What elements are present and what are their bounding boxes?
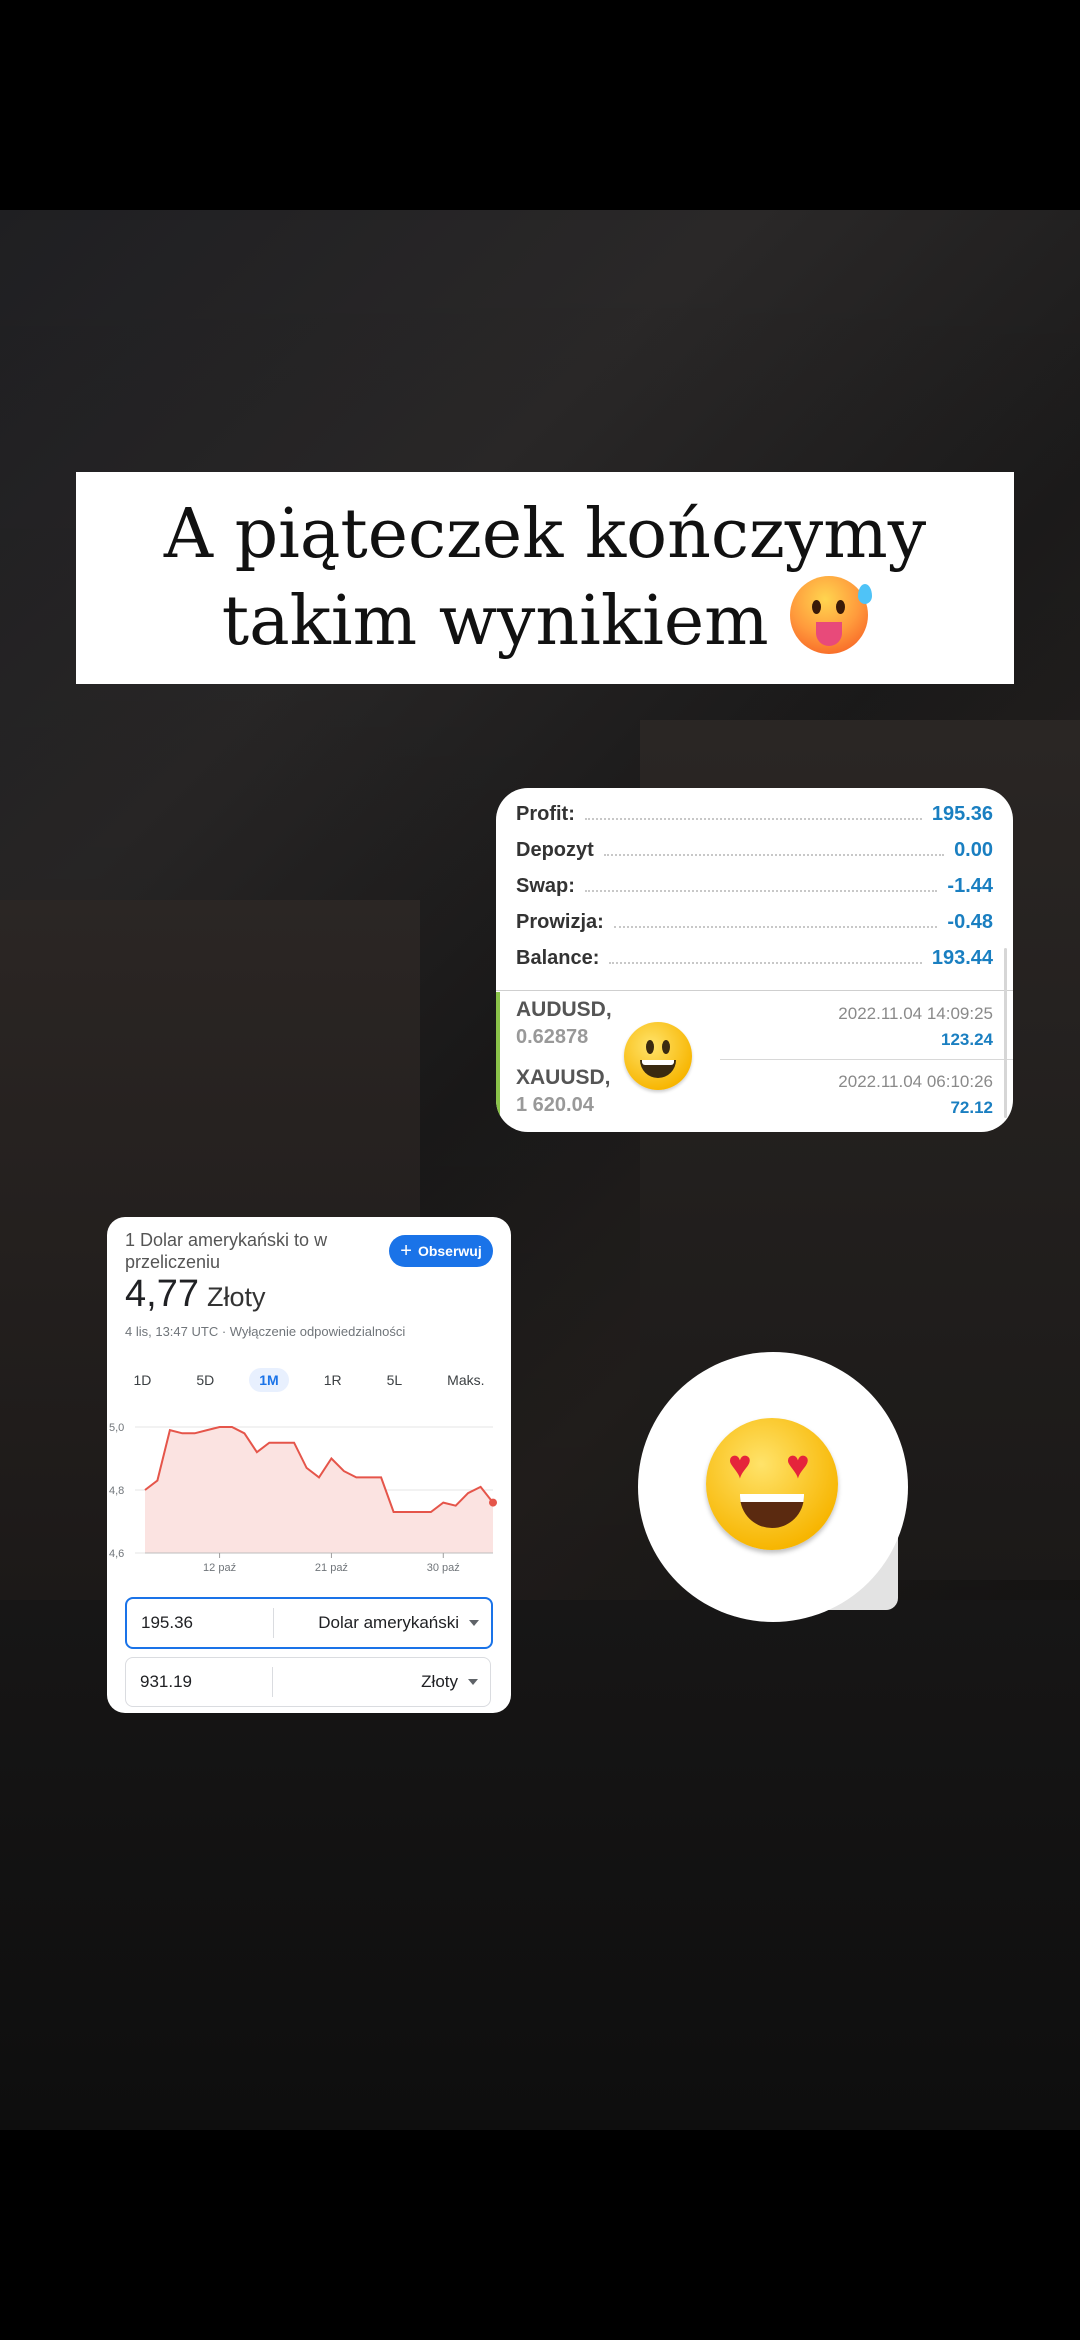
position-price: 0.62878 [516,1026,589,1048]
amount-to-value[interactable]: 931.19 [126,1672,272,1692]
position-symbol: XAUUSD, [516,1066,611,1089]
dotted-leader [584,808,922,820]
row-value: 193.44 [931,946,993,969]
tab-1d[interactable]: 1D [123,1368,161,1392]
position-profit: 72.12 [950,1098,993,1117]
tab-1r[interactable]: 1R [314,1368,352,1392]
tab-5d[interactable]: 5D [186,1368,224,1392]
y-tick-label: 5,0 [109,1422,124,1434]
position-profit: 123.24 [941,1030,993,1049]
chart-current-point [489,1498,497,1507]
tab-5l[interactable]: 5L [377,1368,413,1392]
row-value: 0.00 [954,838,993,861]
amount-to-field[interactable]: 931.19 Złoty [125,1657,491,1707]
x-tick-label: 12 paź [203,1562,236,1574]
converter-subtitle: 1 Dolar amerykański to w przeliczeniu [125,1230,328,1272]
row-value: -0.48 [947,910,993,933]
position-price: 1 620.04 [516,1094,594,1116]
tab-1m[interactable]: 1M [249,1368,289,1392]
row-value: 195.36 [931,802,993,825]
x-tick-label: 30 paź [427,1562,460,1574]
grinning-face-emoji-icon [624,1022,692,1090]
dropdown-arrow-icon[interactable] [469,1620,479,1626]
follow-button[interactable]: + Obserwuj [389,1235,493,1267]
range-tabs: 1D 5D 1M 1R 5L Maks. [111,1365,507,1395]
dotted-leader [613,916,938,928]
summary-row-deposit: Depozyt 0.00 [516,832,993,868]
divider [496,990,1013,991]
caption-title: A piąteczek kończymy takim wynikiem [95,494,995,663]
position-row[interactable]: XAUUSD, 1 620.04 2022.11.04 06:10:26 72.… [496,1060,1013,1130]
summary-row-profit: Profit: 195.36 [516,796,993,832]
dropdown-arrow-icon[interactable] [468,1679,478,1685]
row-label: Profit: [516,802,575,825]
currency-to-select[interactable]: Złoty [273,1672,468,1692]
row-label: Prowizja: [516,910,604,933]
y-tick-label: 4,8 [109,1485,124,1497]
position-indicator-bar [496,1060,500,1130]
currency-converter-card: 1 Dolar amerykański to w przeliczeniu + … [107,1217,511,1713]
row-label: Depozyt [516,838,594,861]
dotted-leader [584,880,938,892]
row-label: Swap: [516,874,575,897]
dotted-leader [609,952,922,964]
position-time: 2022.11.04 06:10:26 [838,1072,993,1091]
currency-from-select[interactable]: Dolar amerykański [274,1613,469,1633]
summary-row-swap: Swap: -1.44 [516,868,993,904]
amount-from-field[interactable]: 195.36 Dolar amerykański [125,1597,493,1649]
row-label: Balance: [516,946,600,969]
x-tick-label: 21 paź [315,1562,348,1574]
follow-label: Obserwuj [417,1243,482,1259]
exchange-rate: 4,77 Złoty [125,1273,265,1316]
position-time: 2022.11.04 14:09:25 [838,1004,993,1023]
dotted-leader [603,844,945,856]
rate-currency: Złoty [206,1282,266,1312]
exchange-rate-chart[interactable]: 5,0 4,8 4,6 12 paź 21 paź 30 paź [107,1413,511,1613]
rate-value: 4,77 [125,1273,199,1315]
tab-max[interactable]: Maks. [437,1368,494,1392]
trade-summary-card: Profit: 195.36 Depozyt 0.00 Swap: -1.44 … [496,788,1013,1132]
position-indicator-bar [496,992,500,1062]
summary-row-balance: Balance: 193.44 [516,940,993,976]
amount-from-value[interactable]: 195.36 [127,1613,273,1633]
position-row[interactable]: AUDUSD, 0.62878 2022.11.04 14:09:25 123.… [496,992,1013,1062]
hot-face-emoji-icon [790,575,873,654]
scrollbar[interactable] [1004,948,1007,1118]
heart-eyes-emoji-icon: ♥ ♥ [706,1418,838,1550]
row-value: -1.44 [947,874,993,897]
plus-icon: + [400,1240,412,1262]
caption-box: A piąteczek kończymy takim wynikiem [76,472,1014,684]
position-symbol: AUDUSD, [516,998,612,1021]
summary-row-commission: Prowizja: -0.48 [516,904,993,940]
y-tick-label: 4,6 [109,1548,124,1560]
rate-timestamp-note: 4 lis, 13:47 UTC · Wyłączenie odpowiedzi… [125,1324,406,1339]
